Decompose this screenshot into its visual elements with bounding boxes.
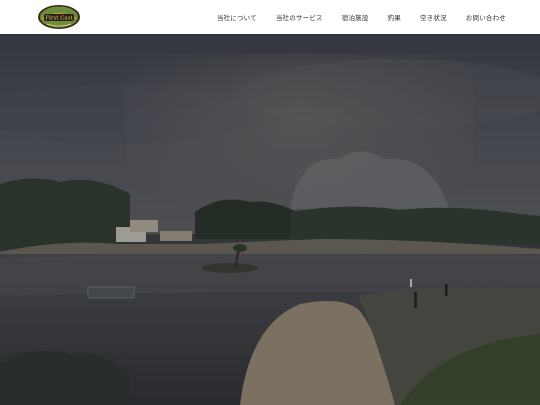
nav-item-availability[interactable]: 空き状況 bbox=[420, 12, 447, 22]
nav-item-accommodation[interactable]: 宿泊施設 bbox=[342, 12, 369, 22]
svg-text:First Cast: First Cast bbox=[45, 16, 73, 22]
logo-emblem: First Cast bbox=[38, 5, 80, 29]
nav-item-services[interactable]: 当社のサービス bbox=[276, 12, 323, 22]
main-nav: 当社について 当社のサービス 宿泊施設 釣果 空き状況 お問い合わせ bbox=[198, 0, 506, 34]
nav-item-contact[interactable]: お問い合わせ bbox=[466, 12, 506, 22]
site-logo[interactable]: First Cast bbox=[37, 4, 81, 30]
site-header: First Cast 当社について 当社のサービス 宿泊施設 釣果 空き状況 お… bbox=[0, 0, 540, 34]
nav-item-about[interactable]: 当社について bbox=[217, 12, 257, 22]
hero-landscape-photo bbox=[0, 34, 540, 405]
nav-item-catch-report[interactable]: 釣果 bbox=[388, 12, 401, 22]
hero-image bbox=[0, 34, 540, 405]
